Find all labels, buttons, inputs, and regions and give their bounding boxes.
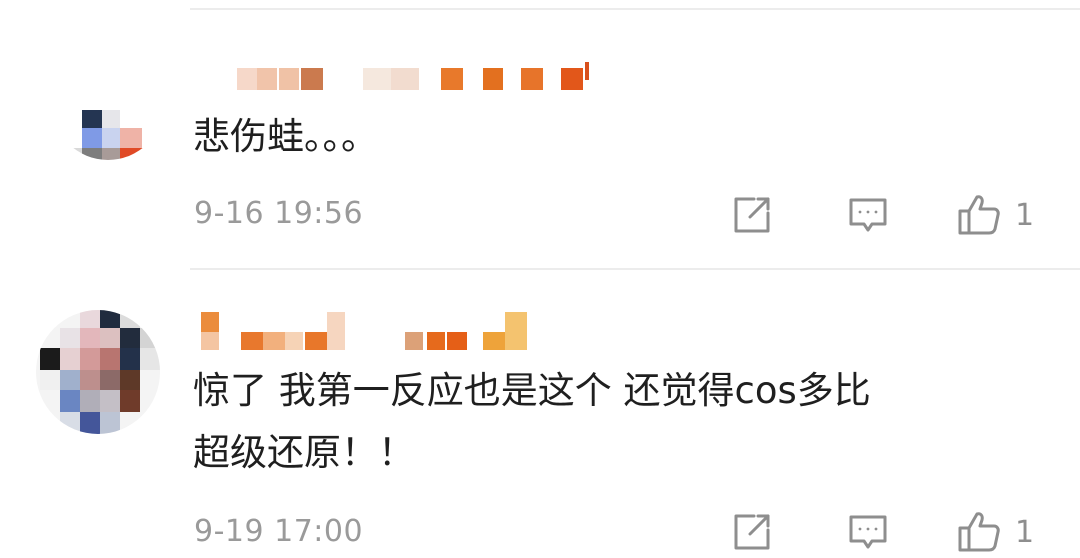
like-count: 1 [1015, 197, 1035, 233]
avatar-pixelated [36, 310, 160, 434]
comment-timestamp: 9-16 19:56 [194, 196, 364, 231]
avatar[interactable] [52, 48, 164, 160]
reply-button[interactable] [846, 194, 890, 238]
comment-text: 惊了 我第一反应也是这个 还觉得cos多比 超级还原！！ [193, 369, 871, 474]
thumbs-up-icon [958, 195, 1000, 235]
like-count: 1 [1015, 514, 1035, 550]
share-icon [734, 197, 770, 233]
comment-item: 悲伤蛙。。。 9-16 19:56 1 [0, 0, 1080, 268]
avatar-pixelated [52, 48, 164, 160]
avatar[interactable] [36, 310, 160, 434]
comment-text: 悲伤蛙。。。 [193, 115, 378, 158]
share-button[interactable] [730, 510, 774, 554]
share-button[interactable] [730, 193, 774, 237]
comment-item: 惊了 我第一反应也是这个 还觉得cos多比 超级还原！！ 9-19 17:00 … [0, 270, 1080, 558]
like-button[interactable]: 1 [955, 508, 1034, 556]
reply-button[interactable] [846, 511, 890, 555]
share-icon [734, 514, 770, 550]
comment-icon [849, 198, 887, 232]
comment-icon [849, 515, 887, 549]
like-button[interactable]: 1 [955, 191, 1034, 239]
username-redacted[interactable] [195, 310, 535, 358]
comment-timestamp: 9-19 17:00 [194, 514, 364, 549]
thumbs-up-icon [958, 512, 1000, 552]
